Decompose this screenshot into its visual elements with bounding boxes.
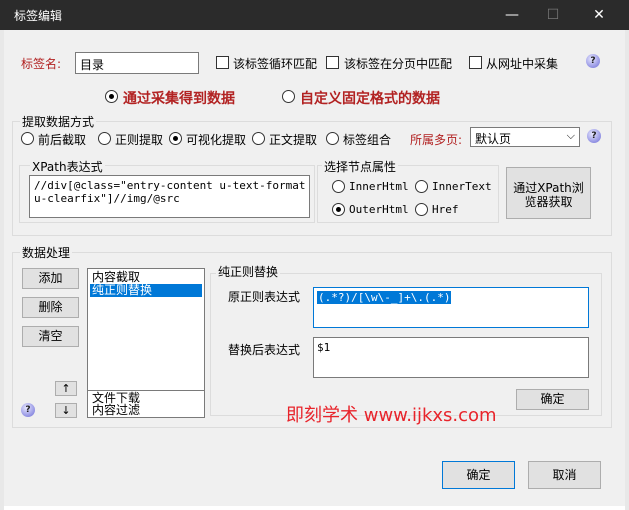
inner-text-radio[interactable]	[415, 180, 428, 193]
close-button[interactable]: ✕	[576, 0, 622, 30]
dialog-body: 标签名: 目录 该标签循环匹配 该标签在分页中匹配 从网址中采集 ? 通过采集得…	[4, 30, 625, 506]
source-fixed-radio[interactable]	[282, 90, 295, 103]
page-select[interactable]: 默认页 ⌵	[470, 127, 580, 147]
tag-name-value: 目录	[80, 58, 105, 72]
loop-match-label: 该标签循环匹配	[233, 57, 318, 71]
help-icon[interactable]: ?	[586, 54, 600, 68]
source-collect-radio[interactable]	[105, 90, 118, 103]
extract-group-title: 提取数据方式	[20, 113, 97, 130]
inner-text-label: InnerText	[432, 180, 492, 193]
mode-label: 前后截取	[38, 133, 87, 147]
list-item-selected[interactable]: 纯正则替换	[90, 284, 202, 297]
add-button[interactable]: 添加	[22, 268, 79, 289]
tag-name-input[interactable]: 目录	[75, 52, 199, 74]
move-down-button[interactable]: ↓	[55, 403, 77, 418]
window-title: 标签编辑	[14, 9, 63, 23]
loop-match-checkbox[interactable]	[216, 56, 229, 69]
page-select-value: 默认页	[475, 132, 512, 146]
from-url-checkbox[interactable]	[469, 56, 482, 69]
mode-before-after-radio[interactable]	[21, 132, 34, 145]
href-label: Href	[432, 203, 459, 216]
in-page-match-label: 该标签在分页中匹配	[344, 57, 453, 71]
move-up-button[interactable]: ↑	[55, 381, 77, 396]
replace-regex-label: 替换后表达式	[228, 343, 301, 357]
href-radio[interactable]	[415, 203, 428, 216]
original-regex-input[interactable]: (.*?)/[\w\-_]+\.(.*)	[313, 287, 589, 328]
original-regex-value: (.*?)/[\w\-_]+\.(.*)	[317, 291, 452, 304]
chevron-down-icon: ⌵	[566, 129, 575, 142]
maximize-button: ☐	[546, 7, 560, 23]
inner-html-label: InnerHtml	[349, 180, 409, 193]
mode-visual-radio[interactable]	[169, 132, 182, 145]
processing-list[interactable]: 内容截取 纯正则替换 文件下载 内容过滤	[87, 268, 205, 418]
outer-html-radio[interactable]	[332, 203, 345, 216]
mode-regex-radio[interactable]	[98, 132, 111, 145]
mode-tag-combo-radio[interactable]	[326, 132, 339, 145]
list-item[interactable]: 内容过滤	[90, 404, 202, 417]
ok-button[interactable]: 确定	[442, 461, 515, 489]
delete-button[interactable]: 删除	[22, 297, 79, 318]
source-collect-label: 通过采集得到数据	[123, 91, 235, 107]
in-page-match-checkbox[interactable]	[326, 56, 339, 69]
regex-confirm-button[interactable]: 确定	[516, 389, 589, 410]
watermark-text: 即刻学术 www.ijkxs.com	[286, 405, 497, 426]
page-label: 所属多页:	[410, 133, 463, 147]
cancel-button[interactable]: 取消	[528, 461, 601, 489]
regex-group-title: 纯正则替换	[216, 263, 281, 280]
node-attr-group-title: 选择节点属性	[322, 158, 399, 175]
source-fixed-label: 自定义固定格式的数据	[300, 91, 440, 107]
tag-name-label: 标签名:	[21, 57, 62, 71]
help-icon[interactable]: ?	[21, 403, 35, 417]
replace-regex-value: $1	[317, 341, 331, 354]
outer-html-label: OuterHtml	[349, 203, 409, 216]
xpath-browser-button[interactable]: 通过XPath浏览器获取	[506, 167, 591, 219]
help-icon[interactable]: ?	[587, 129, 601, 143]
title-bar: 标签编辑 — ☐ ✕	[0, 0, 629, 30]
mode-body-text-radio[interactable]	[252, 132, 265, 145]
mode-label: 标签组合	[343, 133, 392, 147]
xpath-textarea[interactable]: //div[@class="entry-content u-text-forma…	[29, 175, 310, 218]
xpath-group-title: XPath表达式	[30, 158, 105, 175]
mode-label: 可视化提取	[186, 133, 247, 147]
replace-regex-input[interactable]: $1	[313, 337, 589, 378]
mode-label: 正文提取	[269, 133, 318, 147]
clear-button[interactable]: 清空	[22, 326, 79, 347]
inner-html-radio[interactable]	[332, 180, 345, 193]
mode-label: 正则提取	[115, 133, 164, 147]
original-regex-label: 原正则表达式	[228, 290, 301, 304]
background-strip-right	[625, 30, 629, 510]
processing-group-title: 数据处理	[20, 244, 73, 261]
xpath-value: //div[@class="entry-content u-text-forma…	[34, 179, 306, 205]
minimize-button[interactable]: —	[489, 0, 535, 30]
from-url-label: 从网址中采集	[486, 57, 559, 71]
